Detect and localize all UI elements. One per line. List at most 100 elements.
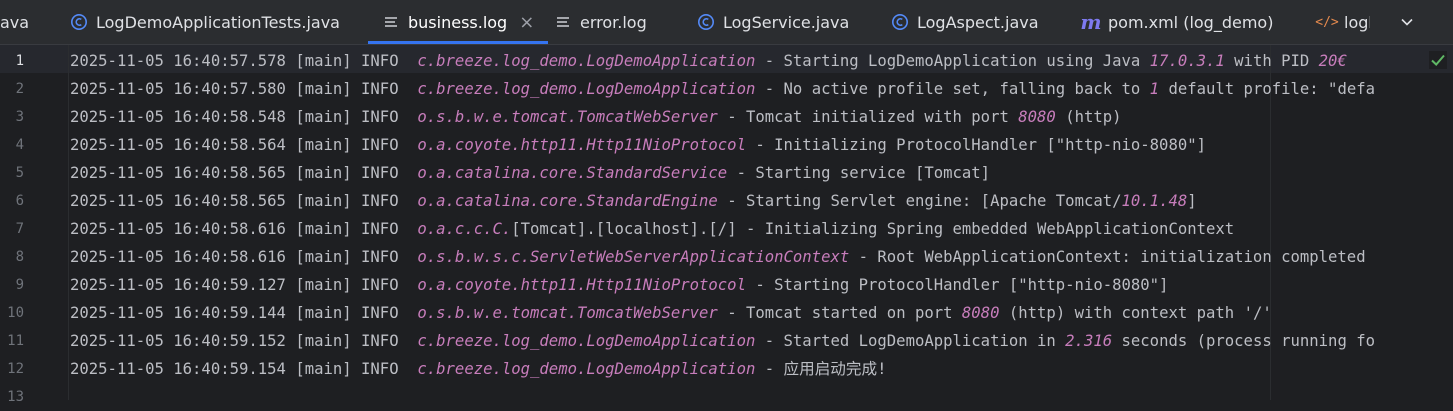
- log-logger: o.a.coyote.http11.Http11NioProtocol: [417, 276, 746, 294]
- log-msg-a: - Initializing ProtocolHandler ["http-ni…: [745, 136, 1206, 154]
- tab-label: ava: [0, 12, 30, 32]
- log-msg-b: ]: [1187, 192, 1197, 210]
- log-msg-a: - Tomcat initialized with port: [717, 108, 1019, 126]
- java-class-icon: [70, 13, 88, 31]
- log-msg-a: - Starting Servlet engine: [Apache Tomca…: [717, 192, 1122, 210]
- tab-logservice[interactable]: LogService.java: [697, 0, 849, 44]
- log-line: 2025-11-05 16:40:58.565 [main] INFO o.a.…: [70, 159, 990, 187]
- log-logger: o.s.b.w.e.tomcat.TomcatWebServer: [417, 304, 718, 322]
- chevron-down-icon[interactable]: [1395, 0, 1419, 44]
- log-prefix: 2025-11-05 16:40:58.616 [main] INFO: [70, 248, 418, 266]
- log-msg-a: - Starting ProtocolHandler ["http-nio-80…: [745, 276, 1169, 294]
- tab-bar-right-edge: [1423, 0, 1453, 44]
- log-logger: o.s.b.w.s.c.ServletWebServerApplicationC…: [417, 248, 850, 266]
- tab-logdemoapplicationtests[interactable]: LogDemoApplicationTests.java: [70, 0, 340, 44]
- log-logger: c.breeze.log_demo.LogDemoApplication: [417, 80, 756, 98]
- log-line: 2025-11-05 16:40:58.616 [main] INFO o.a.…: [70, 215, 1234, 243]
- line-number: 2: [15, 81, 24, 97]
- line-number: 1: [15, 53, 24, 69]
- line-number: 9: [15, 277, 24, 293]
- line-number: 11: [7, 333, 24, 349]
- log-num: 8080: [1018, 108, 1056, 126]
- log-prefix: 2025-11-05 16:40:58.565 [main] INFO: [70, 164, 418, 182]
- log-num: 17.0.3.1: [1149, 52, 1225, 70]
- log-msg-b: with PID: [1224, 52, 1319, 70]
- line-number: 8: [15, 249, 24, 265]
- tab-pom-xml[interactable]: m pom.xml (log_demo): [1080, 0, 1274, 44]
- log-prefix: 2025-11-05 16:40:58.564 [main] INFO: [70, 136, 418, 154]
- log-editor[interactable]: 1 2 3 4 5 6 7 8 9 10 11 12 13 2025-11-05 16:40:57.57…: [0, 45, 1453, 405]
- line-number: 4: [15, 137, 24, 153]
- line-number: 5: [15, 165, 24, 181]
- log-logger: c.breeze.log_demo.LogDemoApplication: [417, 332, 756, 350]
- check-icon[interactable]: [1429, 51, 1447, 69]
- editor-tab-bar: ava LogDemoApplicationTests.java busines…: [0, 0, 1453, 45]
- log-prefix: 2025-11-05 16:40:58.616 [main] INFO: [70, 220, 418, 238]
- line-number: 6: [15, 193, 24, 209]
- tab-logback[interactable]: </> logb: [1315, 0, 1370, 44]
- log-prefix: 2025-11-05 16:40:59.152 [main] INFO: [70, 332, 418, 350]
- log-msg-b: (http) with context path '/': [999, 304, 1272, 322]
- log-line: 2025-11-05 16:40:59.154 [main] INFO c.br…: [70, 355, 886, 383]
- log-logger: o.a.catalina.core.StandardService: [417, 164, 728, 182]
- log-line: 2025-11-05 16:40:57.580 [main] INFO c.br…: [70, 75, 1375, 103]
- log-msg-a: - Starting service [Tomcat]: [727, 164, 991, 182]
- log-msg-a: - 应用启动完成!: [755, 360, 887, 378]
- log-logger: o.s.b.w.e.tomcat.TomcatWebServer: [417, 108, 718, 126]
- log-prefix: 2025-11-05 16:40:59.127 [main] INFO: [70, 276, 418, 294]
- xml-icon: </>: [1315, 14, 1339, 30]
- log-msg-a: - Tomcat started on port: [717, 304, 962, 322]
- log-logger: o.a.coyote.http11.Http11NioProtocol: [417, 136, 746, 154]
- log-num: 8080: [961, 304, 1000, 322]
- log-line: 2025-11-05 16:40:59.152 [main] INFO c.br…: [70, 327, 1375, 355]
- log-line: 2025-11-05 16:40:57.578 [main] INFO c.br…: [70, 47, 1347, 75]
- line-number: 13: [7, 389, 24, 405]
- maven-icon: m: [1080, 10, 1102, 34]
- log-msg-a: - Started LogDemoApplication in: [755, 332, 1066, 350]
- line-number: 7: [15, 221, 24, 237]
- tab-logaspect[interactable]: LogAspect.java: [891, 0, 1039, 44]
- log-logger: c.breeze.log_demo.LogDemoApplication: [417, 52, 756, 70]
- log-msg-b: default profile: "defa: [1159, 80, 1375, 98]
- log-num2: 20€: [1318, 52, 1347, 70]
- log-msg-b: seconds (process running fo: [1112, 332, 1376, 350]
- log-logger: o.a.catalina.core.StandardEngine: [417, 192, 718, 210]
- log-file-icon: [382, 13, 400, 31]
- log-msg-a: - No active profile set, falling back to: [755, 80, 1150, 98]
- log-msg-a: - Starting LogDemoApplication using Java: [755, 52, 1150, 70]
- log-msg-b: (http): [1055, 108, 1122, 126]
- tab-truncated-java[interactable]: ava: [0, 0, 29, 44]
- tab-label: LogDemoApplicationTests.java: [96, 12, 340, 32]
- code-area[interactable]: 2025-11-05 16:40:57.578 [main] INFO c.br…: [70, 45, 1453, 400]
- log-prefix: 2025-11-05 16:40:59.154 [main] INFO: [70, 360, 418, 378]
- java-class-icon: [891, 13, 909, 31]
- tab-error-log[interactable]: error.log: [554, 0, 647, 44]
- log-num: 2.316: [1065, 332, 1113, 350]
- close-icon[interactable]: ×: [519, 12, 534, 33]
- log-line: 2025-11-05 16:40:59.127 [main] INFO o.a.…: [70, 271, 1168, 299]
- tab-label: business.log: [408, 12, 508, 32]
- log-logger: o.a.c.c.C.: [417, 220, 512, 238]
- log-logger: c.breeze.log_demo.LogDemoApplication: [417, 360, 756, 378]
- log-file-icon: [554, 13, 572, 31]
- tab-label: LogAspect.java: [917, 12, 1039, 32]
- line-number: 12: [7, 361, 24, 377]
- tab-label: error.log: [580, 12, 647, 32]
- tab-label: logb: [1344, 12, 1370, 32]
- java-class-icon: [697, 13, 715, 31]
- log-line: 2025-11-05 16:40:58.548 [main] INFO o.s.…: [70, 103, 1122, 131]
- log-line: 2025-11-05 16:40:58.616 [main] INFO o.s.…: [70, 243, 1366, 271]
- log-num: 10.1.48: [1121, 192, 1188, 210]
- line-number-gutter: 1 2 3 4 5 6 7 8 9 10 11 12 13: [0, 45, 69, 405]
- log-prefix: 2025-11-05 16:40:58.565 [main] INFO: [70, 192, 418, 210]
- log-prefix: 2025-11-05 16:40:59.144 [main] INFO: [70, 304, 418, 322]
- log-prefix: 2025-11-05 16:40:58.548 [main] INFO: [70, 108, 418, 126]
- log-line: 2025-11-05 16:40:58.565 [main] INFO o.a.…: [70, 187, 1197, 215]
- tab-business-log[interactable]: business.log ×: [368, 0, 549, 44]
- log-msg-a: - Root WebApplicationContext: initializa…: [849, 248, 1366, 266]
- log-line: 2025-11-05 16:40:58.564 [main] INFO o.a.…: [70, 131, 1206, 159]
- log-msg-a: [Tomcat].[localhost].[/] - Initializing …: [511, 220, 1235, 238]
- log-prefix: 2025-11-05 16:40:57.578 [main] INFO: [70, 52, 418, 70]
- tab-label: pom.xml (log_demo): [1108, 12, 1274, 32]
- line-number: 10: [7, 305, 24, 321]
